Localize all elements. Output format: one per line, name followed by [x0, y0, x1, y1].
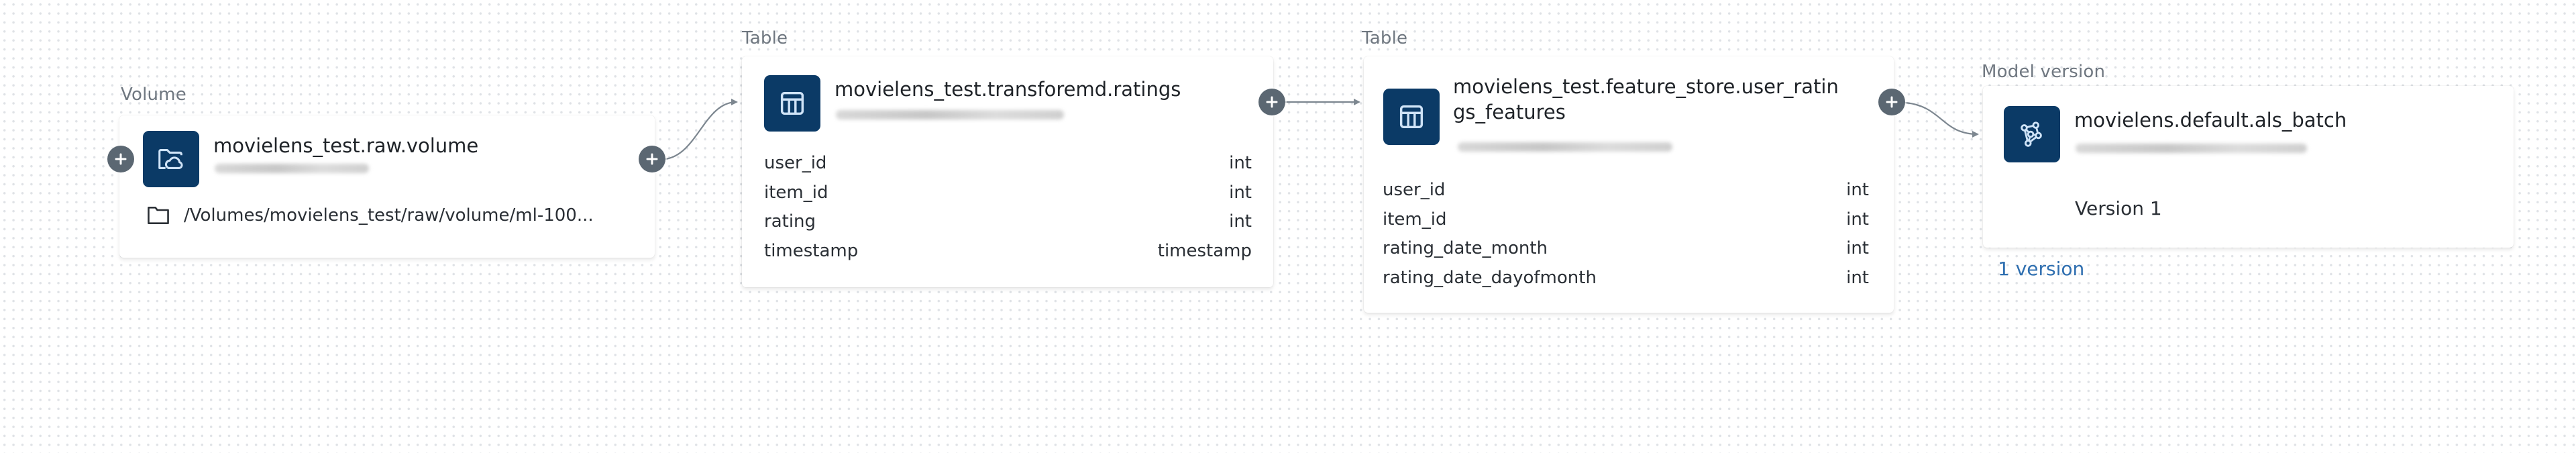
edge-volume-to-ratings	[665, 99, 738, 160]
expand-downstream-button[interactable]	[1258, 89, 1285, 115]
model-version-node-card[interactable]: movielens.default.als_batch Version 1	[1983, 86, 2514, 248]
features-columns-list: user_id int item_id int rating_date_month i…	[1383, 180, 1869, 297]
column-name: timestamp	[764, 240, 859, 261]
column-name: user_id	[1383, 180, 1446, 200]
node-type-label: Table	[742, 28, 788, 48]
table-icon-box	[764, 75, 820, 132]
versions-link[interactable]: 1 version	[1998, 258, 2084, 280]
column-name: rating	[764, 211, 816, 232]
column-name: user_id	[764, 153, 827, 173]
volume-icon-box	[143, 131, 199, 187]
plus-icon	[115, 153, 127, 165]
table-icon-box	[1383, 89, 1440, 145]
plus-icon	[1266, 96, 1278, 108]
plus-icon	[1886, 96, 1898, 108]
folder-cloud-icon	[158, 149, 183, 169]
column-name: rating_date_dayofmonth	[1383, 267, 1597, 288]
table-icon	[780, 91, 804, 115]
column-type: int	[1846, 209, 1869, 230]
column-row: item_id int	[764, 183, 1252, 212]
column-row: item_id int	[1383, 209, 1869, 239]
node-type-label: Model version	[1982, 62, 2106, 82]
ratings-table-title[interactable]: movielens_test.transforemd.ratings	[835, 77, 1181, 102]
table-icon	[1399, 105, 1424, 129]
expand-downstream-button[interactable]	[639, 146, 665, 172]
column-row: rating int	[764, 211, 1252, 241]
volume-title[interactable]: movielens_test.raw.volume	[213, 133, 478, 158]
model-graph-icon	[2021, 121, 2042, 147]
ratings-table-node-card[interactable]: movielens_test.transforemd.ratings user_…	[742, 56, 1273, 287]
volume-path-row: /Volumes/movielens_test/raw/volume/ml-10…	[146, 205, 594, 226]
node-type-label: Table	[1362, 28, 1408, 48]
features-table-node-card[interactable]: movielens_test.feature_store.user_ratin …	[1364, 56, 1894, 313]
column-type: int	[1846, 238, 1869, 258]
column-name: item_id	[1383, 209, 1447, 230]
expand-downstream-button[interactable]	[1878, 89, 1905, 115]
redacted-owner	[215, 164, 369, 173]
edge-features-to-model	[1904, 101, 1979, 138]
column-row: rating_date_month int	[1383, 238, 1869, 268]
redacted-owner	[836, 110, 1064, 119]
column-type: int	[1229, 153, 1252, 173]
column-name: item_id	[764, 182, 828, 203]
features-table-title-line2: gs_features	[1453, 101, 1566, 123]
redacted-owner	[1458, 142, 1672, 152]
column-type: int	[1229, 182, 1252, 203]
features-table-title[interactable]: movielens_test.feature_store.user_ratin …	[1453, 74, 1839, 125]
column-row: user_id int	[1383, 180, 1869, 209]
column-type: int	[1846, 180, 1869, 200]
folder-icon	[148, 207, 169, 224]
model-version-number: Version 1	[2075, 197, 2162, 219]
column-row: user_id int	[764, 153, 1252, 183]
column-type: int	[1846, 267, 1869, 288]
ratings-columns-list: user_id int item_id int rating int timestam…	[764, 153, 1252, 270]
column-name: rating_date_month	[1383, 238, 1548, 258]
node-type-label: Volume	[121, 85, 186, 105]
column-type: timestamp	[1157, 240, 1252, 261]
model-icon-box	[2004, 106, 2060, 162]
plus-icon	[646, 153, 658, 165]
features-table-title-line1: movielens_test.feature_store.user_ratin	[1453, 75, 1839, 98]
model-title[interactable]: movielens.default.als_batch	[2074, 107, 2347, 133]
column-row: rating_date_dayofmonth int	[1383, 268, 1869, 297]
volume-path: /Volumes/movielens_test/raw/volume/ml-10…	[184, 205, 594, 225]
column-type: int	[1229, 211, 1252, 232]
column-row: timestamp timestamp	[764, 241, 1252, 270]
expand-upstream-button[interactable]	[107, 146, 134, 172]
redacted-owner	[2076, 144, 2307, 153]
volume-node-card[interactable]: movielens_test.raw.volume /Volumes/movie…	[119, 115, 655, 258]
